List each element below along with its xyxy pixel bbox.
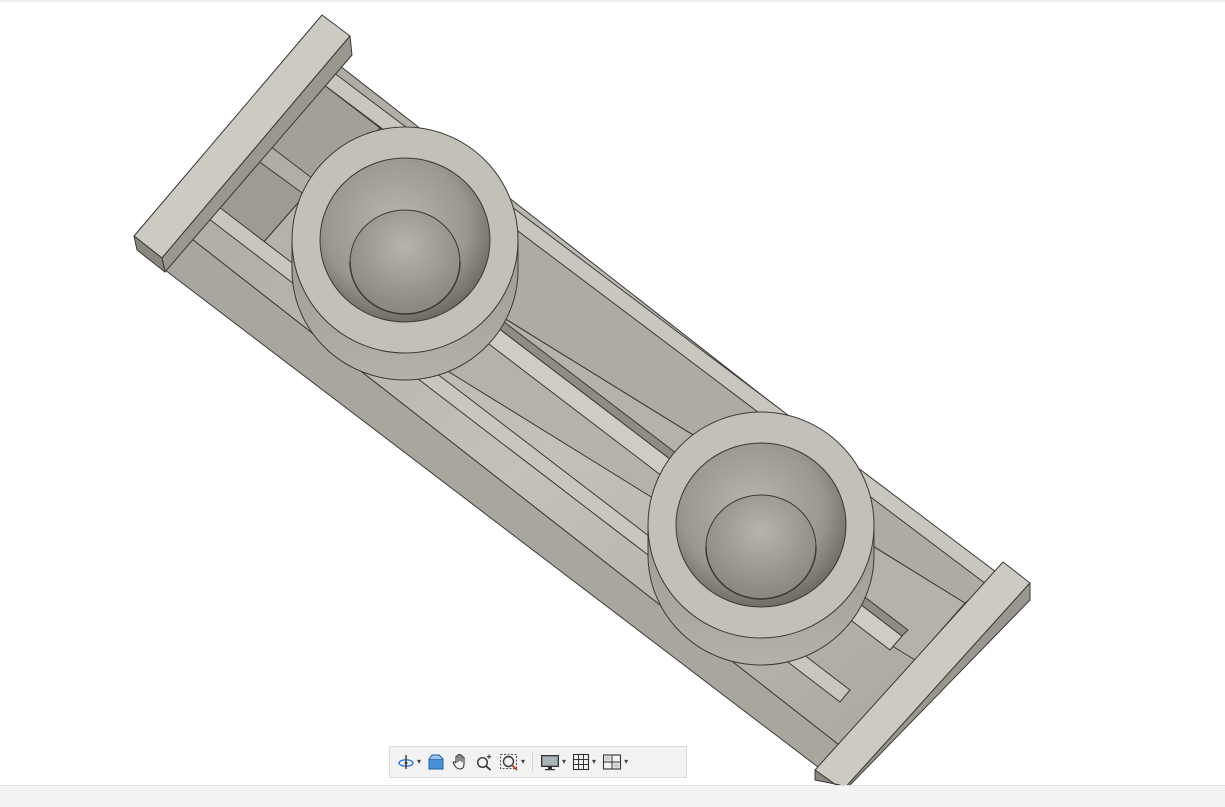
toolbar-separator: [532, 752, 534, 772]
look-at-button[interactable]: [424, 748, 448, 776]
viewports-icon: [603, 754, 622, 770]
orbit-button[interactable]: ▾: [394, 748, 424, 776]
lower-cup: [647, 411, 875, 666]
fit-dropdown-caret[interactable]: ▾: [521, 758, 525, 766]
display-settings-icon: [541, 755, 560, 771]
grid-settings-button[interactable]: ▾: [569, 748, 599, 776]
upper-cup: [291, 126, 519, 381]
model-canvas[interactable]: [0, 0, 1225, 785]
pan-button[interactable]: [448, 748, 472, 776]
look-at-icon: [428, 754, 444, 770]
fit-window-button[interactable]: ▾: [496, 748, 528, 776]
status-bar: [0, 785, 1225, 807]
zoom-button[interactable]: [472, 748, 496, 776]
navigation-toolbar: ▾ ▾ ▾ ▾ ▾: [389, 746, 687, 778]
display-settings-button[interactable]: ▾: [537, 748, 569, 776]
zoom-icon: [477, 754, 492, 771]
fit-window-icon: [500, 754, 518, 771]
pan-hand-icon: [452, 753, 465, 770]
3d-viewport[interactable]: [0, 0, 1225, 785]
viewports-dropdown-caret[interactable]: ▾: [624, 758, 628, 766]
grid-settings-icon: [572, 753, 590, 771]
base-plate: [164, 61, 1006, 781]
orbit-icon: [398, 755, 414, 769]
orbit-dropdown-caret[interactable]: ▾: [417, 758, 421, 766]
viewports-button[interactable]: ▾: [599, 748, 631, 776]
grid-dropdown-caret[interactable]: ▾: [592, 758, 596, 766]
display-dropdown-caret[interactable]: ▾: [562, 758, 566, 766]
